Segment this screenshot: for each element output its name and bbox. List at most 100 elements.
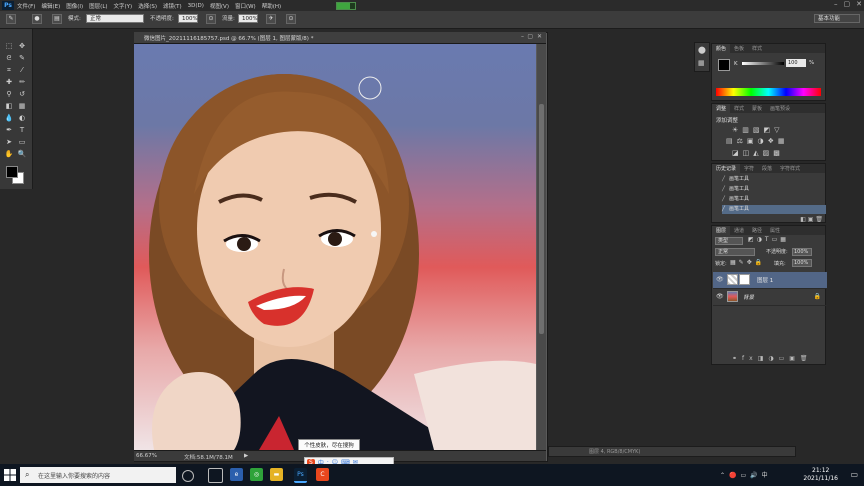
vertical-scrollbar[interactable] <box>537 44 546 450</box>
opacity-input[interactable]: 100% <box>178 14 198 23</box>
eye-icon[interactable]: 👁 <box>716 276 724 283</box>
history-item[interactable]: ╱ 画笔工具 <box>722 185 826 194</box>
layer-mask-thumbnail[interactable] <box>739 274 750 285</box>
adjust-icons-row-2[interactable]: ▤⚖▣◑❖▦ <box>726 137 789 145</box>
close-icon[interactable]: ✕ <box>856 0 862 8</box>
eye-icon[interactable]: 👁 <box>716 293 724 300</box>
menu-layer[interactable]: 图层(L) <box>89 2 107 10</box>
menu-help[interactable]: 帮助(H) <box>262 2 281 10</box>
path-select-icon[interactable]: ➤ <box>4 137 14 147</box>
taskbar-clock[interactable]: 21:12 2021/11/16 <box>803 467 838 483</box>
tab-style[interactable]: 样式 <box>730 104 748 113</box>
k-value-input[interactable]: 100 <box>786 59 806 67</box>
menu-filter[interactable]: 滤镜(T) <box>163 2 182 10</box>
airbrush-icon[interactable]: ✈ <box>266 14 276 24</box>
tab-adjust[interactable]: 调整 <box>712 104 731 113</box>
taskbar-search[interactable]: ⌕ 在这里输入你要搜索的内容 <box>20 467 176 483</box>
layer-row-selected[interactable]: 👁 图层 1 <box>713 272 827 289</box>
360-browser-icon[interactable]: ◎ <box>250 468 263 481</box>
lock-icons[interactable]: ▦✎✥🔒 <box>730 259 765 266</box>
layer-filter-icons[interactable]: ◩◑T▭▦ <box>748 236 789 243</box>
color-fg-swatch[interactable] <box>718 59 730 71</box>
menu-select[interactable]: 选择(S) <box>138 2 157 10</box>
layers-footer-icons[interactable]: ⚭fx◨◑▭▣🗑 <box>732 355 813 362</box>
tab-color[interactable]: 颜色 <box>712 44 731 53</box>
brush-preset-icon[interactable]: ● <box>32 14 42 24</box>
layer-opacity-input[interactable]: 100% <box>792 248 812 256</box>
tab-brush-preset[interactable]: 画笔预设 <box>766 104 794 113</box>
blur-tool-icon[interactable]: 💧 <box>4 113 14 123</box>
healing-brush-icon[interactable]: ✚ <box>4 77 14 87</box>
menu-view[interactable]: 视图(V) <box>210 2 229 10</box>
gradient-icon[interactable]: ▦ <box>17 101 27 111</box>
clone-stamp-icon[interactable]: ⚲ <box>4 89 14 99</box>
marquee-tool-icon[interactable]: ⬚ <box>4 41 14 51</box>
color-spectrum[interactable] <box>716 88 821 96</box>
tab-history[interactable]: 历史记录 <box>712 164 741 173</box>
move-tool-icon[interactable]: ✥ <box>17 41 27 51</box>
tab-styles[interactable]: 样式 <box>748 44 766 53</box>
adjust-icons-row-1[interactable]: ☀▥▧◩▽ <box>732 126 784 134</box>
menu-type[interactable]: 文字(Y) <box>114 2 133 10</box>
zoom-tool-icon[interactable]: 🔍 <box>17 149 27 159</box>
cortana-icon[interactable] <box>182 470 194 482</box>
tab-layers[interactable]: 图层 <box>712 226 731 235</box>
adjust-icons-row-3[interactable]: ◪◫◭▨▩ <box>732 149 784 157</box>
second-document-tab[interactable]: 图层 4, RGB/8/CMYK) <box>548 446 796 457</box>
tab-mask[interactable]: 蒙板 <box>748 104 766 113</box>
doc-close-icon[interactable]: ✕ <box>537 33 542 40</box>
eyedropper-icon[interactable]: ⁄ <box>17 65 27 75</box>
properties-icon[interactable]: ▦ <box>698 59 705 67</box>
image-canvas[interactable] <box>134 44 536 450</box>
photoshop-taskbar-icon[interactable]: Ps <box>294 468 307 483</box>
windows-start-icon[interactable] <box>4 469 16 481</box>
tab-paths[interactable]: 路径 <box>748 226 766 235</box>
edge-browser-icon[interactable]: e <box>230 468 243 481</box>
lasso-tool-icon[interactable]: ᘓ <box>4 53 14 63</box>
shape-tool-icon[interactable]: ▭ <box>17 137 27 147</box>
status-arrow-icon[interactable]: ▶ <box>244 453 248 459</box>
notification-icon[interactable]: ▭ <box>850 470 858 479</box>
history-brush-icon[interactable]: ↺ <box>17 89 27 99</box>
menu-file[interactable]: 文件(F) <box>17 2 35 10</box>
task-view-icon[interactable] <box>208 468 223 483</box>
tab-swatches[interactable]: 色板 <box>730 44 748 53</box>
menu-image[interactable]: 图像(I) <box>66 2 83 10</box>
document-tab[interactable]: 微信图片_20211116185757.psd @ 66.7% (图层 1, 图… <box>134 32 546 44</box>
history-item-selected[interactable]: ╱ 画笔工具 <box>722 205 826 214</box>
actions-icon[interactable]: ⬤ <box>698 46 706 54</box>
minimize-icon[interactable]: – <box>834 0 838 8</box>
system-tray-icons[interactable]: ⌃🔴▭🔊中 <box>720 470 772 479</box>
brush-tool-icon[interactable]: ✎ <box>6 14 16 24</box>
doc-minimize-icon[interactable]: – <box>521 33 524 40</box>
flow-input[interactable]: 100% <box>238 14 258 23</box>
maximize-icon[interactable]: ▢ <box>844 0 851 8</box>
blend-mode-select[interactable]: 正常 <box>715 248 755 256</box>
zoom-level[interactable]: 66.67% <box>136 453 157 459</box>
dodge-tool-icon[interactable]: ◐ <box>17 113 27 123</box>
pressure-opacity-icon[interactable]: ⊙ <box>206 14 216 24</box>
tab-properties[interactable]: 属性 <box>766 226 784 235</box>
doc-maximize-icon[interactable]: ▢ <box>527 33 533 40</box>
history-item[interactable]: ╱ 画笔工具 <box>722 175 826 184</box>
layer-kind-filter[interactable]: 类型 <box>715 237 743 245</box>
brush-panel-icon[interactable]: ▤ <box>52 14 62 24</box>
brush-tool-icon[interactable]: ✏ <box>17 77 27 87</box>
crop-tool-icon[interactable]: ⌗ <box>4 65 14 75</box>
quick-select-icon[interactable]: ✎ <box>17 53 27 63</box>
eraser-icon[interactable]: ◧ <box>4 101 14 111</box>
foreground-color-swatch[interactable] <box>6 166 18 178</box>
menu-edit[interactable]: 编辑(E) <box>41 2 60 10</box>
tab-char-style[interactable]: 字符样式 <box>776 164 804 173</box>
pen-tool-icon[interactable]: ✒ <box>4 125 14 135</box>
tab-paragraph[interactable]: 段落 <box>758 164 776 173</box>
k-slider[interactable] <box>742 62 784 65</box>
history-item[interactable]: ╱ 画笔工具 <box>722 195 826 204</box>
capture-app-icon[interactable]: C <box>316 468 329 481</box>
tab-character[interactable]: 字符 <box>740 164 758 173</box>
file-explorer-icon[interactable]: ▬ <box>270 468 283 481</box>
type-tool-icon[interactable]: T <box>17 125 27 135</box>
fill-input[interactable]: 100% <box>792 259 812 267</box>
history-footer-icons[interactable]: ◧ ▣ 🗑 <box>800 216 823 223</box>
menu-3d[interactable]: 3D(D) <box>188 3 204 9</box>
